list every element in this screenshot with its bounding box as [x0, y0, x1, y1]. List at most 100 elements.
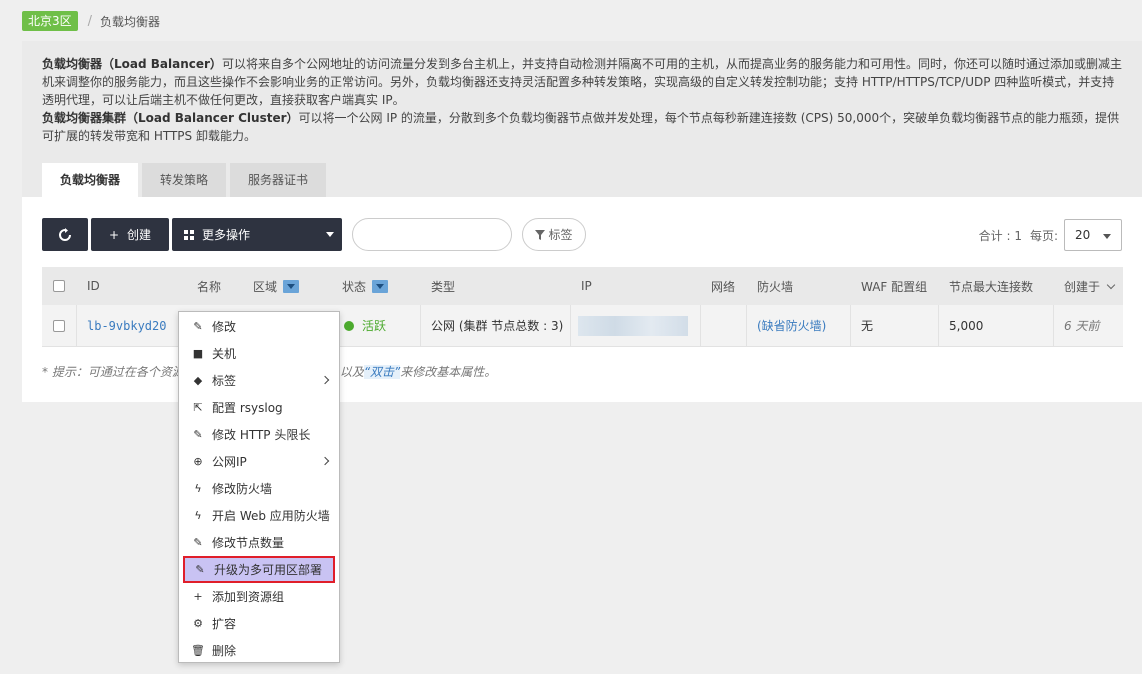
- intro-paragraph-lb: 负载均衡器（Load Balancer）可以将来自多个公网地址的访问流量分发到多…: [42, 55, 1122, 109]
- globe-icon: ⊕: [193, 455, 203, 468]
- menu-item-label: 删除: [212, 644, 237, 658]
- status-dot-icon: [344, 320, 354, 331]
- intro-paragraph-cluster: 负载均衡器集群（Load Balancer Cluster）可以将一个公网 IP…: [42, 109, 1122, 145]
- col-status: 状态: [342, 267, 389, 305]
- hint-middle: 以及: [339, 365, 364, 379]
- menu-item-shutdown[interactable]: ■ 关机: [179, 340, 339, 367]
- chevron-right-icon: [320, 375, 330, 385]
- menu-item-label: 标签: [212, 374, 237, 388]
- menu-item-label: 修改节点数量: [212, 536, 285, 550]
- menu-item-label: 修改: [212, 320, 237, 334]
- menu-item-http-header[interactable]: ✎ 修改 HTTP 头限长: [179, 421, 339, 448]
- hint-suffix: 来修改基本属性。: [400, 365, 497, 379]
- row-max-connections: 5,000: [949, 318, 984, 333]
- refresh-icon: [59, 227, 71, 241]
- caret-down-icon: [1103, 234, 1111, 239]
- breadcrumb-current: 负载均衡器: [100, 14, 161, 29]
- hint-highlight: “双击”: [363, 365, 401, 379]
- menu-item-scale[interactable]: ⚙ 扩容: [179, 610, 339, 637]
- col-firewall: 防火墙: [757, 279, 794, 294]
- breadcrumb: 北京3区 / 负载均衡器: [22, 11, 160, 31]
- row-checkbox[interactable]: [53, 319, 65, 332]
- menu-item-label: 升级为多可用区部署: [214, 563, 323, 577]
- caret-down-icon: [326, 232, 334, 237]
- ip-redacted: [578, 315, 688, 336]
- pagination-info: 合计 : 1 每页: 20: [979, 219, 1122, 251]
- col-zone-label: 区域: [253, 279, 278, 294]
- status-filter-button[interactable]: [372, 279, 389, 293]
- select-all-checkbox[interactable]: [53, 280, 65, 292]
- menu-item-label: 关机: [212, 347, 237, 361]
- tag-filter-label: 标签: [548, 228, 573, 242]
- menu-item-edit[interactable]: ✎ 修改: [179, 313, 339, 340]
- col-zone: 区域: [253, 267, 300, 305]
- tab-server-certificate[interactable]: 服务器证书: [230, 163, 327, 197]
- create-button[interactable]: + 创建: [91, 218, 169, 251]
- stop-icon: ■: [192, 347, 204, 360]
- per-page-select[interactable]: 20: [1064, 219, 1122, 251]
- grid-icon: [184, 229, 194, 240]
- row-firewall-link[interactable]: (缺省防火墙): [757, 305, 826, 346]
- menu-item-label: 修改 HTTP 头限长: [212, 428, 311, 442]
- pencil-icon: ✎: [193, 428, 203, 441]
- breadcrumb-separator: /: [87, 13, 93, 29]
- more-actions-dropdown[interactable]: 更多操作: [172, 218, 342, 251]
- refresh-button[interactable]: [42, 218, 88, 251]
- col-status-label: 状态: [342, 279, 367, 294]
- menu-item-label: 开启 Web 应用防火墙: [212, 509, 330, 523]
- col-ip: IP: [581, 279, 592, 293]
- intro-lb-title: 负载均衡器（Load Balancer）: [42, 57, 222, 71]
- tab-load-balancer[interactable]: 负载均衡器: [42, 163, 139, 197]
- gear-icon: ⚙: [193, 617, 203, 630]
- menu-item-upgrade-multi-az[interactable]: ✎ 升级为多可用区部署: [183, 556, 335, 583]
- total-count: 合计 : 1: [978, 228, 1022, 243]
- col-created-label: 创建于: [1064, 279, 1101, 294]
- menu-item-label: 修改防火墙: [212, 482, 273, 496]
- search-input[interactable]: [352, 218, 512, 251]
- share-icon: ⇱: [193, 401, 203, 414]
- context-menu: ✎ 修改 ■ 关机 ◆ 标签 ⇱ 配置 rsyslog ✎ 修改 HTTP 头限长 ⊕ 公网…: [178, 311, 340, 663]
- col-id: ID: [87, 279, 100, 293]
- tag-filter-button[interactable]: 标签: [522, 218, 586, 251]
- col-waf: WAF 配置组: [861, 279, 928, 294]
- tab-forward-policy[interactable]: 转发策略: [142, 163, 227, 197]
- menu-item-label: 公网IP: [212, 455, 247, 469]
- menu-item-label: 配置 rsyslog: [212, 401, 283, 415]
- chevron-down-icon: [1106, 280, 1116, 289]
- row-status-text: 活跃: [362, 319, 387, 333]
- select-all-checkbox-cell: [53, 267, 65, 305]
- col-name: 名称: [197, 279, 222, 294]
- col-created[interactable]: 创建于: [1064, 267, 1116, 305]
- menu-item-node-count[interactable]: ✎ 修改节点数量: [179, 529, 339, 556]
- intro-cluster-title: 负载均衡器集群（Load Balancer Cluster）: [42, 111, 299, 125]
- row-id-link[interactable]: lb-9vbkyd20: [87, 305, 166, 346]
- menu-item-add-resource-group[interactable]: + 添加到资源组: [179, 583, 339, 610]
- table-header: ID 名称 区域 状态 类型 IP 网络 防火墙 WAF 配置组 节点最大连接数…: [42, 267, 1123, 305]
- row-ip: [578, 305, 688, 346]
- menu-item-label: 添加到资源组: [212, 590, 285, 604]
- row-created: 6 天前: [1064, 319, 1100, 333]
- col-type: 类型: [431, 279, 456, 294]
- pencil-icon: ✎: [195, 563, 205, 576]
- row-type: 公网 (集群 节点总数 : 3): [431, 319, 564, 333]
- menu-item-rsyslog[interactable]: ⇱ 配置 rsyslog: [179, 394, 339, 421]
- chevron-right-icon: [320, 456, 330, 466]
- menu-item-public-ip[interactable]: ⊕ 公网IP: [179, 448, 339, 475]
- per-page-value: 20: [1075, 228, 1091, 242]
- menu-item-waf[interactable]: ϟ 开启 Web 应用防火墙: [179, 502, 339, 529]
- zone-filter-button[interactable]: [283, 279, 300, 293]
- bolt-icon: ϟ: [194, 482, 202, 495]
- row-waf: 无: [861, 319, 874, 333]
- create-button-label: 创建: [127, 228, 152, 242]
- menu-item-tags[interactable]: ◆ 标签: [179, 367, 339, 394]
- tag-icon: ◆: [193, 374, 203, 387]
- menu-item-delete[interactable]: 🗑 删除: [179, 637, 339, 664]
- bolt-icon: ϟ: [194, 509, 202, 522]
- trash-icon: 🗑: [191, 644, 205, 657]
- menu-item-firewall[interactable]: ϟ 修改防火墙: [179, 475, 339, 502]
- pencil-icon: ✎: [193, 320, 203, 333]
- plus-icon: +: [193, 590, 203, 603]
- region-badge[interactable]: 北京3区: [22, 11, 78, 31]
- pencil-icon: ✎: [193, 536, 203, 549]
- filter-icon: [535, 229, 546, 240]
